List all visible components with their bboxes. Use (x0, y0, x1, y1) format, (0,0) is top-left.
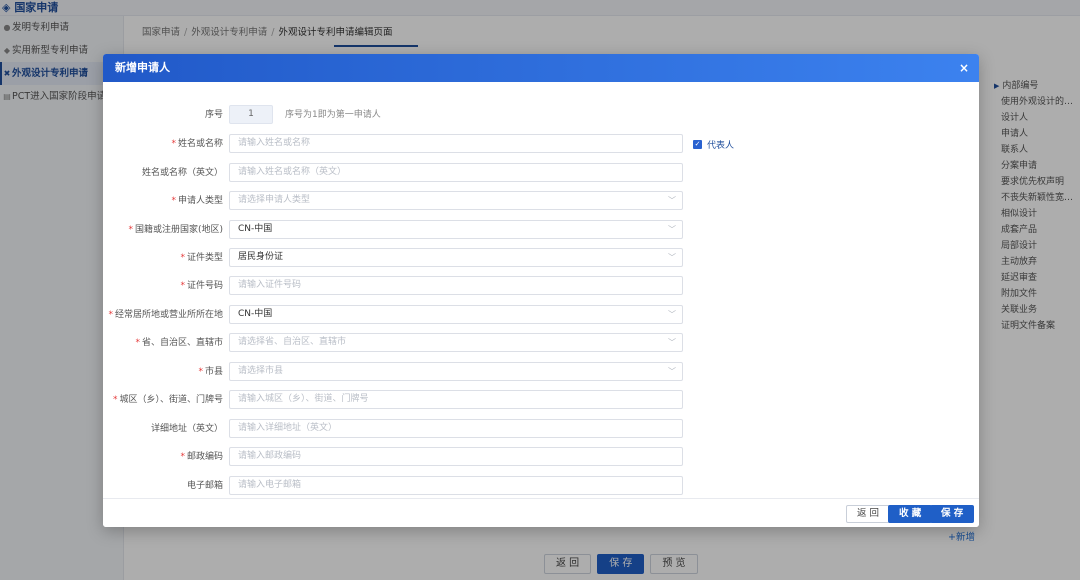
required-mark: * (135, 338, 140, 348)
form-row-email: 电子邮箱 请输入电子邮箱 (103, 476, 979, 496)
seq-hint-text: 序号为1即为第一申请人 (285, 110, 381, 120)
chevron-down-icon: ﹀ (668, 196, 676, 205)
field-label-text: 证件号码 (186, 281, 223, 291)
required-mark: * (180, 253, 185, 263)
id-number-input[interactable]: 请输入证件号码 (229, 276, 683, 295)
email-input[interactable]: 请输入电子邮箱 (229, 476, 683, 495)
field-label-text: 邮政编码 (186, 452, 223, 462)
postal-code-input[interactable]: 请输入邮政编码 (229, 447, 683, 466)
form-row-address-en: 详细地址（英文） 请输入详细地址（英文） (103, 419, 979, 439)
dialog-footer: 返 回 收 藏 保 存 (103, 498, 979, 527)
dialog-save-button[interactable]: 保 存 (930, 505, 975, 523)
field-label-text: 国籍或注册国家(地区) (134, 225, 223, 235)
add-applicant-dialog: 新增申请人 × 序号 1 序号为1即为第一申请人 * 姓名或名称 请输入姓名或名称… (103, 54, 979, 527)
representative-checkbox[interactable]: ✓ 代表人 (693, 137, 734, 151)
form-row-street: * 城区（乡）、街道、门牌号 请输入城区（乡）、街道、门牌号 (103, 390, 979, 410)
select-value: 居民身份证 (238, 252, 284, 262)
representative-label: 代表人 (707, 140, 735, 151)
field-label: 电子邮箱 (186, 481, 223, 491)
field-label: * 城区（乡）、街道、门牌号 (103, 390, 223, 410)
field-label: 姓名或名称（英文） (141, 168, 223, 178)
residence-select[interactable]: CN-中国 ﹀ (229, 305, 683, 324)
field-label: 序号 (204, 110, 223, 120)
field-label: * 证件类型 (103, 248, 223, 268)
required-mark: * (171, 139, 176, 149)
form-row-name-en: 姓名或名称（英文） 请输入姓名或名称（英文） (103, 163, 979, 183)
select-value: CN-中国 (238, 224, 273, 234)
chevron-down-icon: ﹀ (668, 367, 676, 376)
checkbox-checked-icon[interactable]: ✓ (693, 139, 702, 149)
dialog-collect-button[interactable]: 收 藏 (888, 505, 933, 523)
form-row-province: * 省、自治区、直辖市 请选择省、自治区、直辖市 ﹀ (103, 333, 979, 353)
form-row-postal-code: * 邮政编码 请输入邮政编码 (103, 447, 979, 467)
form-row-id-type: * 证件类型 居民身份证 ﹀ (103, 248, 979, 268)
field-label: 详细地址（英文） (150, 424, 223, 434)
required-mark: * (180, 452, 185, 462)
field-label: * 申请人类型 (103, 191, 223, 211)
form-row-name: * 姓名或名称 请输入姓名或名称 ✓ 代表人 (103, 134, 979, 154)
field-label: * 市县 (103, 362, 223, 382)
address-en-input[interactable]: 请输入详细地址（英文） (229, 419, 683, 438)
field-label-text: 市县 (204, 367, 223, 377)
field-label-text: 城区（乡）、街道、门牌号 (119, 395, 223, 405)
chevron-down-icon: ﹀ (668, 310, 676, 319)
field-label: * 经常居所地或营业所所在地 (103, 305, 223, 325)
form-row-city: * 市县 请选择市县 ﹀ (103, 362, 979, 382)
field-label-text: 经常居所地或营业所所在地 (114, 310, 223, 320)
form-row-applicant-type: * 申请人类型 请选择申请人类型 ﹀ (103, 191, 979, 211)
field-label-text: 姓名或名称 (177, 139, 223, 149)
form-row-nationality: * 国籍或注册国家(地区) CN-中国 ﹀ (103, 220, 979, 240)
select-placeholder: 请选择省、自治区、直辖市 (238, 337, 347, 347)
id-type-select[interactable]: 居民身份证 ﹀ (229, 248, 683, 267)
required-mark: * (108, 310, 113, 320)
field-label: * 姓名或名称 (103, 134, 223, 154)
field-label-text: 证件类型 (186, 253, 223, 263)
dialog-form: 序号 1 序号为1即为第一申请人 * 姓名或名称 请输入姓名或名称 ✓ 代表人 姓… (103, 82, 979, 498)
required-mark: * (128, 225, 133, 235)
field-label: * 省、自治区、直辖市 (103, 333, 223, 353)
applicant-type-select[interactable]: 请选择申请人类型 ﹀ (229, 191, 683, 210)
nationality-select[interactable]: CN-中国 ﹀ (229, 220, 683, 239)
required-mark: * (112, 395, 118, 405)
city-select[interactable]: 请选择市县 ﹀ (229, 362, 683, 381)
field-label-text: 申请人类型 (177, 196, 223, 206)
select-value: CN-中国 (238, 309, 273, 319)
select-placeholder: 请选择市县 (238, 366, 284, 376)
seq-number-field[interactable]: 1 (229, 105, 273, 124)
select-placeholder: 请选择申请人类型 (238, 195, 311, 205)
close-icon[interactable]: × (959, 54, 969, 82)
chevron-down-icon: ﹀ (668, 253, 676, 262)
name-en-input[interactable]: 请输入姓名或名称（英文） (229, 163, 683, 182)
required-mark: * (198, 367, 203, 377)
field-label: * 证件号码 (103, 276, 223, 296)
dialog-title: 新增申请人 (115, 61, 170, 74)
field-label-text: 省、自治区、直辖市 (141, 338, 223, 348)
dialog-header: 新增申请人 × (103, 54, 979, 82)
street-input[interactable]: 请输入城区（乡）、街道、门牌号 (229, 390, 683, 409)
dialog-back-button[interactable]: 返 回 (846, 505, 891, 523)
form-row-id-number: * 证件号码 请输入证件号码 (103, 276, 979, 296)
form-row-seq: 序号 1 序号为1即为第一申请人 (103, 105, 979, 125)
chevron-down-icon: ﹀ (668, 338, 676, 347)
required-mark: * (180, 281, 185, 291)
required-mark: * (171, 196, 176, 206)
form-row-residence: * 经常居所地或营业所所在地 CN-中国 ﹀ (103, 305, 979, 325)
field-label: * 国籍或注册国家(地区) (103, 220, 223, 240)
name-input[interactable]: 请输入姓名或名称 (229, 134, 683, 153)
province-select[interactable]: 请选择省、自治区、直辖市 ﹀ (229, 333, 683, 352)
field-label: * 邮政编码 (103, 447, 223, 467)
chevron-down-icon: ﹀ (668, 225, 676, 234)
